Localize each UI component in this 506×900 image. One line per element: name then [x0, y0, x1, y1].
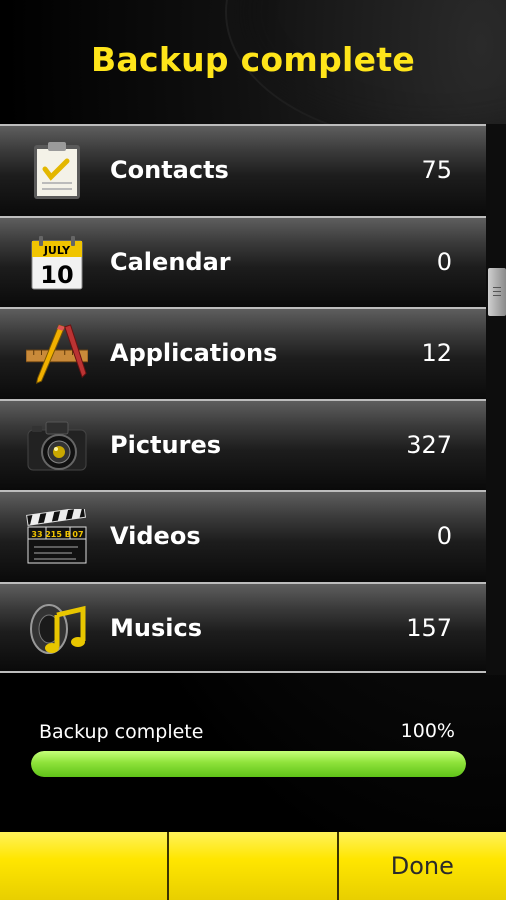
done-button[interactable]: Done: [336, 832, 506, 900]
scrollbar-thumb[interactable]: [488, 268, 506, 316]
list-item-label: Calendar: [110, 247, 231, 276]
list-item-pictures[interactable]: Pictures 327: [0, 398, 486, 490]
list-item-applications[interactable]: Applications 12: [0, 307, 486, 399]
music-note-icon: [26, 598, 88, 660]
calendar-icon-day: 10: [40, 261, 73, 289]
calendar-icon-month: JULY: [43, 244, 71, 257]
progress-percent: 100%: [400, 720, 455, 742]
list-item-contacts[interactable]: Contacts 75: [0, 124, 486, 216]
clapperboard-icon-field-c: 07: [72, 530, 83, 539]
list-item-musics[interactable]: Musics 157: [0, 581, 486, 673]
list-item-calendar[interactable]: JULY 10 Calendar 0: [0, 215, 486, 307]
bottom-action-bar: Done: [0, 832, 506, 900]
list-item-count: 327: [406, 430, 452, 459]
list-item-count: 12: [421, 339, 452, 367]
list-item-count: 157: [406, 613, 452, 642]
scrollbar-track[interactable]: [486, 124, 506, 675]
clapperboard-icon-field-a: 33: [31, 530, 42, 539]
bottom-button-middle[interactable]: [167, 832, 336, 900]
backup-screen: Backup complete Contacts 75 JULY 10 Cale…: [0, 0, 506, 900]
clipboard-icon: [26, 140, 88, 202]
page-title: Backup complete: [90, 40, 416, 79]
list-item-count: 75: [421, 156, 452, 184]
progress-bar: [31, 751, 466, 777]
list-item-label: Videos: [110, 522, 201, 550]
progress-label: Backup complete: [39, 721, 204, 743]
list-item-label: Pictures: [110, 430, 221, 459]
list-item-label: Contacts: [110, 156, 229, 184]
list-item-label: Musics: [110, 613, 202, 642]
backup-category-list: Contacts 75 JULY 10 Calendar 0 Applicati…: [0, 124, 486, 673]
clapperboard-icon-field-b: 215 B: [45, 530, 71, 539]
list-item-count: 0: [436, 247, 452, 276]
list-item-videos[interactable]: 33 215 B 07 Videos 0: [0, 490, 486, 582]
bottom-button-left[interactable]: [0, 832, 167, 900]
camera-icon: [26, 415, 88, 477]
progress-bar-fill: [31, 751, 466, 777]
calendar-icon: JULY 10: [26, 232, 88, 294]
clapperboard-icon: 33 215 B 07: [26, 506, 88, 568]
list-item-count: 0: [436, 522, 452, 550]
ruler-pencil-icon: [26, 323, 88, 385]
list-item-label: Applications: [110, 339, 278, 367]
